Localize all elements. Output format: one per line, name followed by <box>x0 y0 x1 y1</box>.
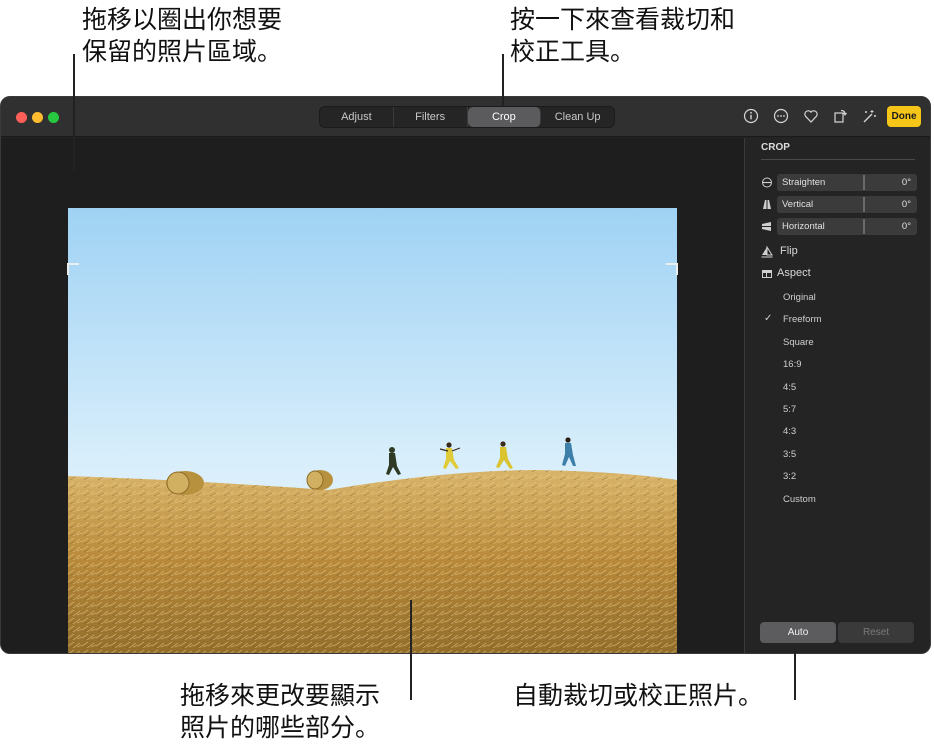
aspect-option[interactable]: 5:7 <box>783 404 796 415</box>
straighten-label: Straighten <box>782 177 826 188</box>
aspect-option[interactable]: Original <box>783 292 816 303</box>
reset-button[interactable]: Reset <box>838 622 914 643</box>
callout-click-crop-tools: 按一下來查看裁切和 校正工具。 <box>510 5 736 66</box>
minimize-window-button[interactable] <box>32 112 43 123</box>
auto-button[interactable]: Auto <box>760 622 836 643</box>
aspect-option[interactable]: 3:2 <box>783 471 796 482</box>
close-window-button[interactable] <box>16 112 27 123</box>
callout-drag-to-crop: 拖移以圈出你想要 保留的照片區域。 <box>82 5 283 66</box>
photo-image[interactable] <box>68 208 677 654</box>
straighten-indicator[interactable] <box>863 175 865 190</box>
flip-label: Flip <box>780 245 798 257</box>
toolbar: Adjust Filters Crop Clean Up Done <box>1 97 930 137</box>
horizontal-indicator[interactable] <box>863 219 865 234</box>
zoom-window-button[interactable] <box>48 112 59 123</box>
vertical-indicator[interactable] <box>863 197 865 212</box>
tab-crop[interactable]: Crop <box>467 107 542 127</box>
sidebar-divider <box>761 159 915 160</box>
leader-line-photo-drag <box>410 600 412 700</box>
vertical-slider[interactable]: Vertical 0° <box>761 196 917 213</box>
crop-handle-top-left[interactable] <box>67 263 79 275</box>
vertical-value: 0° <box>901 199 911 210</box>
straighten-icon <box>762 177 772 188</box>
vertical-icon <box>763 200 771 209</box>
horizontal-icon <box>762 222 771 231</box>
crop-handle-top-right[interactable] <box>666 263 678 275</box>
done-button[interactable]: Done <box>887 106 921 127</box>
aspect-option[interactable]: 4:3 <box>783 426 796 437</box>
photo-canvas[interactable] <box>1 138 744 654</box>
tab-adjust[interactable]: Adjust <box>320 107 394 127</box>
straighten-slider[interactable]: Straighten 0° <box>761 174 917 191</box>
leader-line-crop-tab <box>502 54 504 106</box>
aspect-option[interactable]: 16:9 <box>783 359 802 370</box>
horizontal-value: 0° <box>901 221 911 232</box>
aspect-option[interactable]: Freeform <box>783 314 822 325</box>
horizontal-slider[interactable]: Horizontal 0° <box>761 218 917 235</box>
tab-filters[interactable]: Filters <box>394 107 468 127</box>
callout-auto-crop: 自動裁切或校正照片。 <box>513 681 764 710</box>
heart-icon[interactable] <box>802 107 820 125</box>
aspect-option[interactable]: Custom <box>783 494 816 505</box>
checkmark-icon: ✓ <box>764 313 773 325</box>
edit-mode-tabs: Adjust Filters Crop Clean Up <box>319 106 615 128</box>
aspect-label: Aspect <box>777 267 811 279</box>
vertical-label: Vertical <box>782 199 814 210</box>
auto-enhance-icon[interactable] <box>860 107 878 125</box>
callout-drag-change-part: 拖移來更改要顯示 照片的哪些部分。 <box>180 681 381 742</box>
leader-line-crop-area <box>73 54 75 172</box>
horizontal-label: Horizontal <box>782 221 825 232</box>
aspect-option[interactable]: Square <box>783 337 814 348</box>
tab-clean-up[interactable]: Clean Up <box>541 107 614 127</box>
aspect-icon <box>762 270 772 278</box>
straighten-value: 0° <box>901 177 911 188</box>
info-icon[interactable] <box>742 107 760 125</box>
aspect-option[interactable]: 3:5 <box>783 449 796 460</box>
aspect-option[interactable]: 4:5 <box>783 382 796 393</box>
more-icon[interactable] <box>772 107 790 125</box>
leader-line-auto-button <box>794 646 796 700</box>
crop-sidebar: CROP Straighten 0° Vertical 0° Horizonta… <box>744 138 930 653</box>
photos-edit-window: Adjust Filters Crop Clean Up Done CROP S… <box>0 96 931 654</box>
sidebar-title: CROP <box>761 142 790 153</box>
rotate-icon[interactable] <box>831 107 849 125</box>
flip-icon <box>761 246 773 258</box>
